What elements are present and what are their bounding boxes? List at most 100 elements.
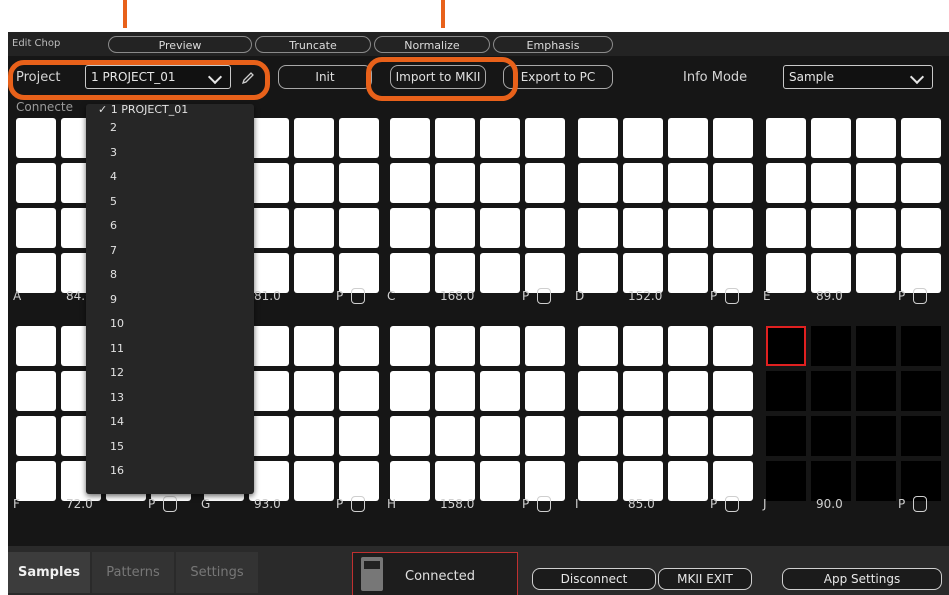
init-button[interactable]: Init [278,65,372,89]
sample-pad[interactable] [713,118,753,158]
sample-pad[interactable] [435,371,475,411]
sample-pad[interactable] [294,461,334,501]
sample-pad[interactable] [339,253,379,293]
sample-pad[interactable] [901,208,941,248]
dropdown-option[interactable]: 3 [110,146,117,159]
app-settings-button[interactable]: App Settings [782,568,942,590]
dropdown-option[interactable]: 16 [110,464,124,477]
sample-pad[interactable] [16,416,56,456]
sample-pad[interactable] [668,253,708,293]
sample-pad[interactable] [713,163,753,203]
sample-pad[interactable] [339,461,379,501]
sample-pad[interactable] [480,326,520,366]
export-to-pc-button[interactable]: Export to PC [503,65,613,89]
sample-pad[interactable] [811,416,851,456]
sample-pad[interactable] [856,416,896,456]
sample-pad[interactable] [901,118,941,158]
sample-pad[interactable] [16,326,56,366]
sample-pad[interactable] [856,326,896,366]
mkii-exit-button[interactable]: MKII EXIT [658,568,752,590]
sample-pad[interactable] [811,253,851,293]
sample-pad[interactable] [16,461,56,501]
sample-pad[interactable] [390,326,430,366]
sample-pad[interactable] [435,416,475,456]
sample-pad[interactable] [623,118,663,158]
sample-pad[interactable] [339,208,379,248]
truncate-button[interactable]: Truncate [255,36,371,53]
dropdown-option[interactable]: 8 [110,268,117,281]
sample-pad[interactable] [811,461,851,501]
sample-pad[interactable] [525,416,565,456]
bank-p-checkbox[interactable] [351,288,365,304]
dropdown-option[interactable]: 9 [110,293,117,306]
sample-pad[interactable] [766,253,806,293]
sample-pad[interactable] [249,253,289,293]
sample-pad[interactable] [16,208,56,248]
sample-pad[interactable] [901,416,941,456]
info-mode-select[interactable]: Sample [783,65,933,89]
bank-p-checkbox[interactable] [163,496,177,512]
sample-pad[interactable] [480,253,520,293]
sample-pad[interactable] [390,253,430,293]
sample-pad[interactable] [713,326,753,366]
sample-pad[interactable] [668,163,708,203]
sample-pad[interactable] [856,208,896,248]
sample-pad[interactable] [435,208,475,248]
bank-p-checkbox[interactable] [537,496,551,512]
sample-pad[interactable] [623,253,663,293]
sample-pad[interactable] [766,208,806,248]
sample-pad[interactable] [435,118,475,158]
dropdown-option[interactable]: 7 [110,244,117,257]
sample-pad[interactable] [578,371,618,411]
sample-pad[interactable] [525,371,565,411]
sample-pad[interactable] [668,461,708,501]
sample-pad[interactable] [249,461,289,501]
sample-pad[interactable] [901,253,941,293]
sample-pad[interactable] [435,163,475,203]
sample-pad[interactable] [16,253,56,293]
sample-pad[interactable] [856,118,896,158]
sample-pad[interactable] [668,371,708,411]
sample-pad[interactable] [390,461,430,501]
sample-pad[interactable] [294,208,334,248]
tab-samples[interactable]: Samples [8,552,90,593]
sample-pad[interactable] [623,461,663,501]
sample-pad[interactable] [623,326,663,366]
sample-pad[interactable] [578,208,618,248]
sample-pad[interactable] [390,208,430,248]
sample-pad[interactable] [668,326,708,366]
sample-pad[interactable] [578,326,618,366]
sample-pad[interactable] [578,416,618,456]
sample-pad[interactable] [16,371,56,411]
sample-pad[interactable] [578,163,618,203]
sample-pad[interactable] [480,461,520,501]
sample-pad[interactable] [811,208,851,248]
sample-pad[interactable] [249,208,289,248]
sample-pad[interactable] [668,118,708,158]
sample-pad[interactable] [294,118,334,158]
bank-p-checkbox[interactable] [913,496,927,512]
sample-pad[interactable] [390,371,430,411]
sample-pad[interactable] [856,253,896,293]
sample-pad[interactable] [856,163,896,203]
sample-pad[interactable] [294,326,334,366]
bank-p-checkbox[interactable] [725,288,739,304]
sample-pad[interactable] [525,208,565,248]
sample-pad[interactable] [525,461,565,501]
sample-pad[interactable] [525,163,565,203]
sample-pad[interactable] [623,208,663,248]
disconnect-button[interactable]: Disconnect [532,568,656,590]
sample-pad[interactable] [901,163,941,203]
sample-pad[interactable] [623,163,663,203]
bank-p-checkbox[interactable] [537,288,551,304]
sample-pad[interactable] [480,163,520,203]
sample-pad[interactable] [578,118,618,158]
dropdown-option[interactable]: 13 [110,391,124,404]
dropdown-option[interactable]: 10 [110,317,124,330]
sample-pad[interactable] [249,326,289,366]
sample-pad[interactable] [435,461,475,501]
sample-pad[interactable] [766,326,806,366]
dropdown-option[interactable]: 11 [110,342,124,355]
sample-pad[interactable] [811,118,851,158]
sample-pad[interactable] [339,416,379,456]
